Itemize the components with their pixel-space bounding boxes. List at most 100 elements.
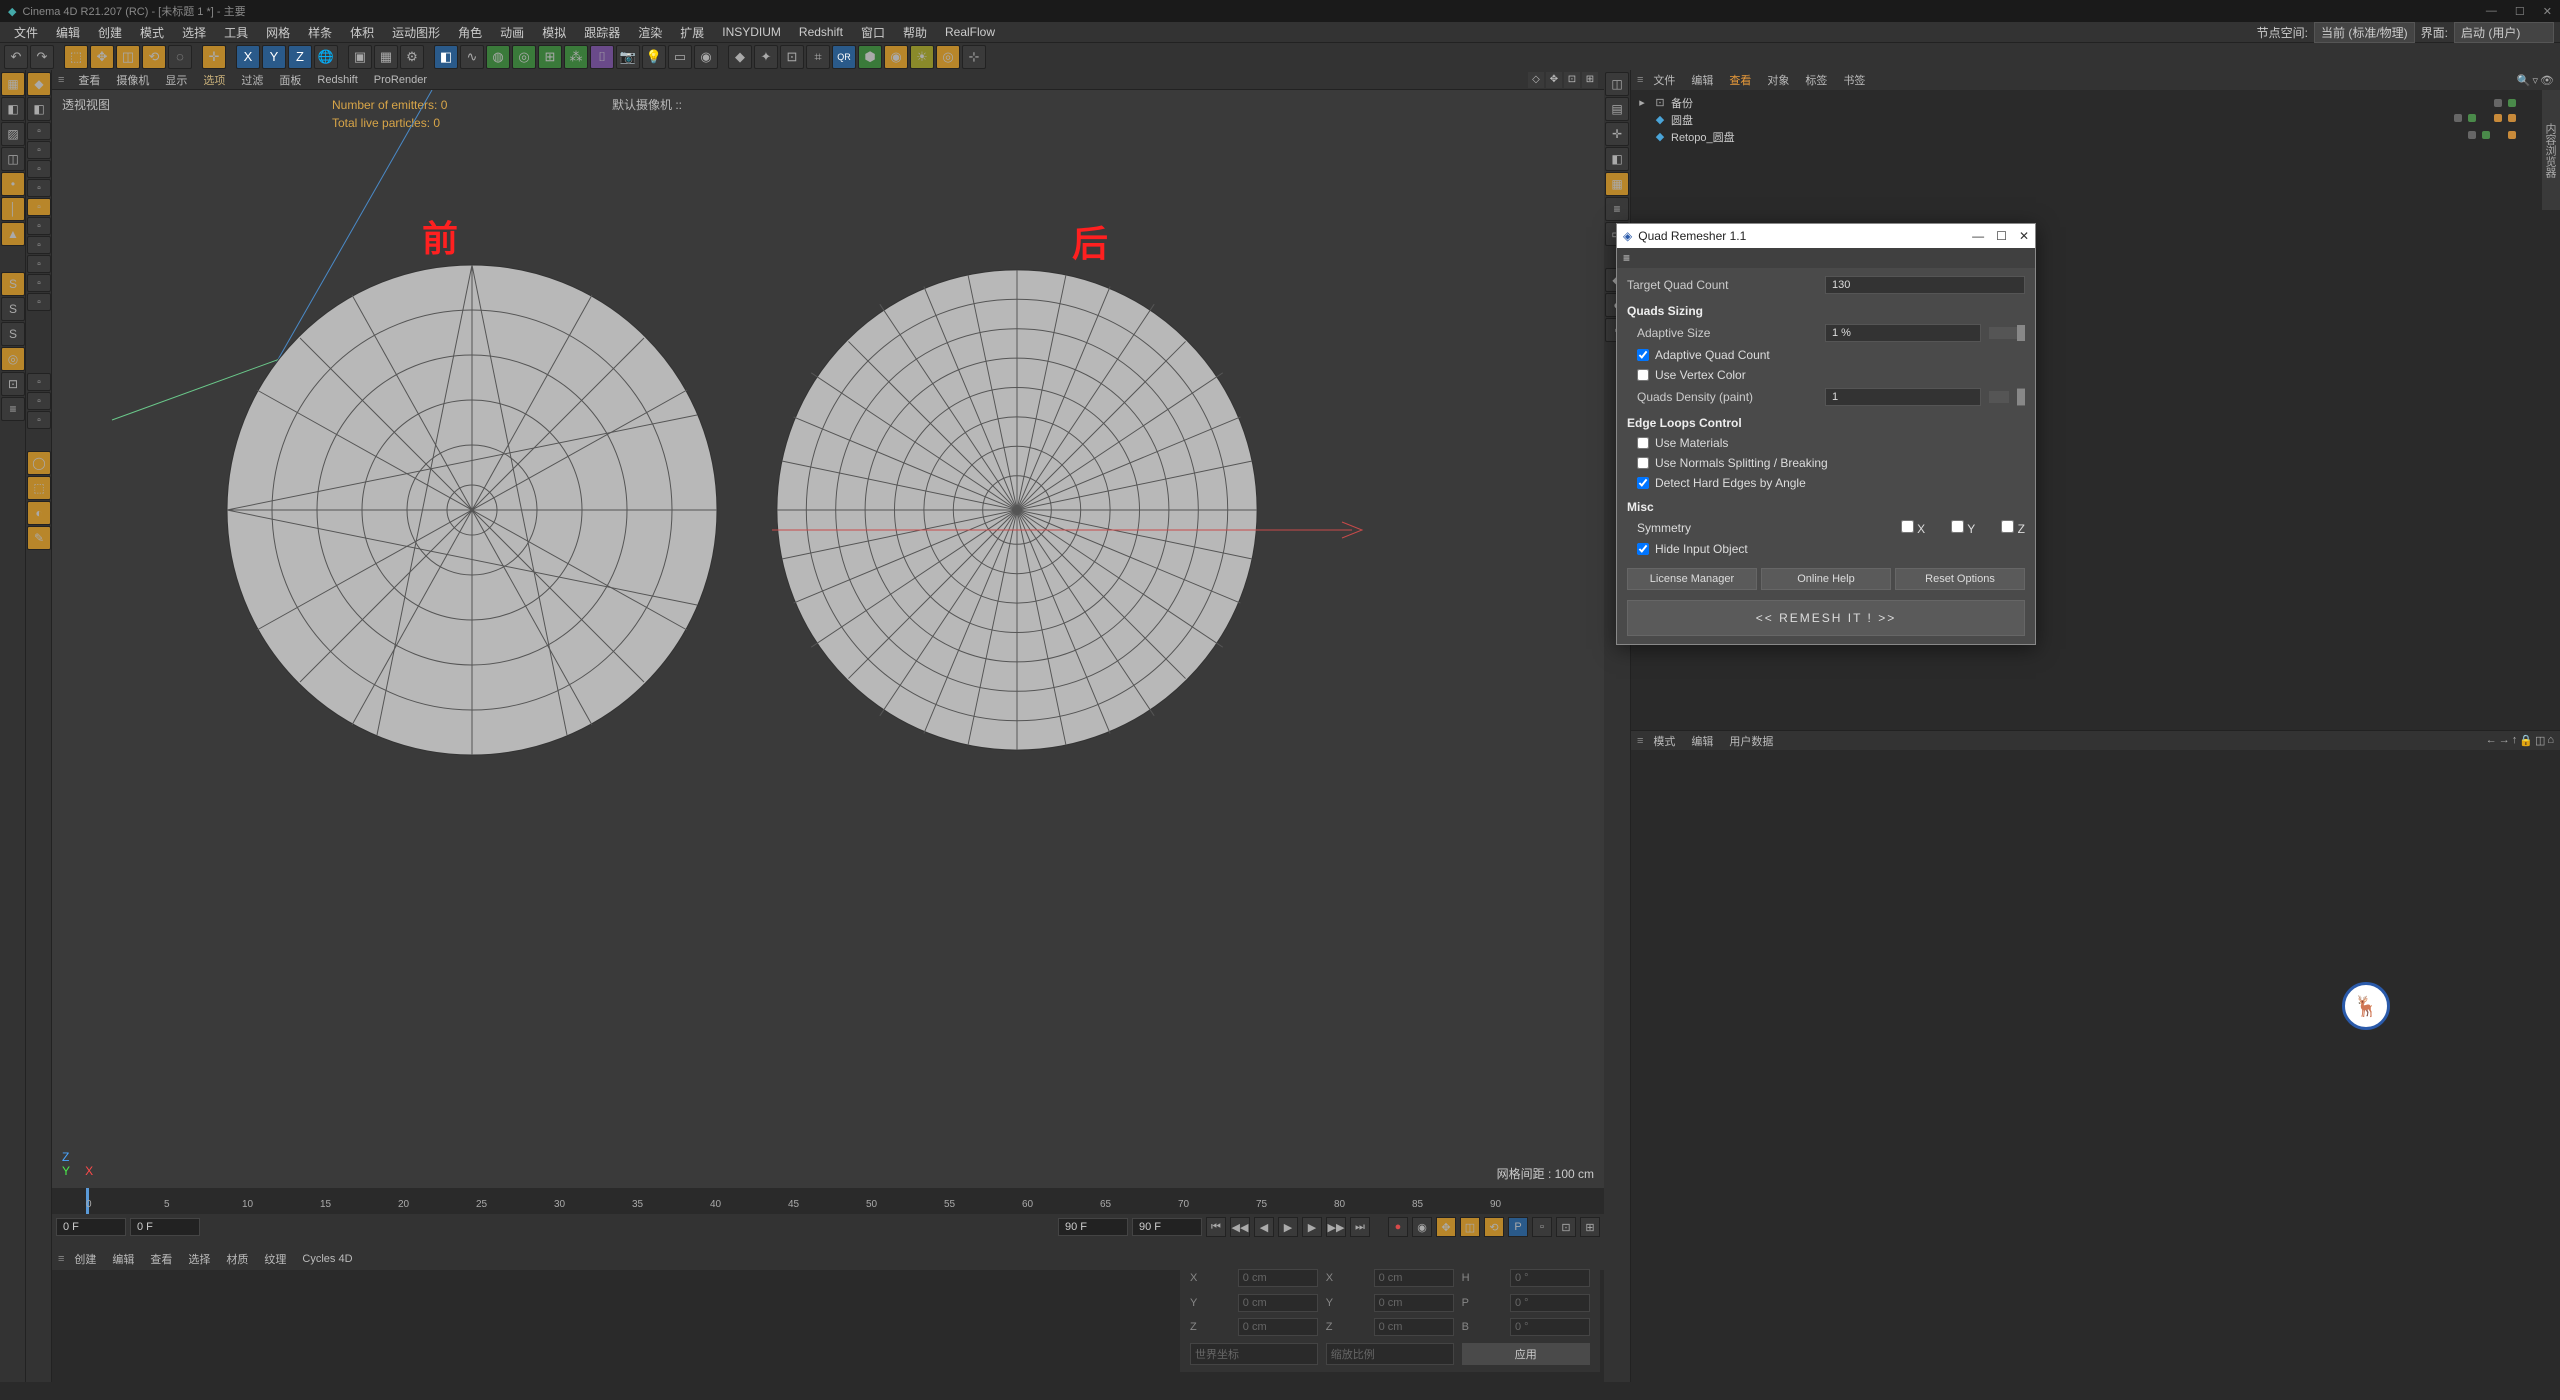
- timeline-opt2-icon[interactable]: ⊞: [1580, 1217, 1600, 1237]
- viewport-nav-4-icon[interactable]: ⊞: [1582, 72, 1598, 88]
- obj-filter-icon[interactable]: ▿: [2533, 74, 2539, 87]
- qr-help-button[interactable]: Online Help: [1761, 568, 1891, 590]
- view-menu-camera[interactable]: 摄像机: [110, 70, 155, 90]
- quad-remesher-window[interactable]: ◈ Quad Remesher 1.1 — ☐ ✕ ≡ Target Quad …: [1616, 223, 2036, 645]
- menu-create[interactable]: 创建: [90, 22, 130, 43]
- qr-materials-check[interactable]: Use Materials: [1627, 436, 2025, 450]
- snap3-icon[interactable]: ≡: [1, 397, 25, 421]
- scale-tool-icon[interactable]: ◫: [116, 45, 140, 69]
- last-tool-icon[interactable]: ◌: [168, 45, 192, 69]
- coord-apply-button[interactable]: 应用: [1462, 1343, 1590, 1365]
- axis-lock-icon[interactable]: ✛: [202, 45, 226, 69]
- qr-remesh-button[interactable]: << REMESH IT ! >>: [1627, 600, 2025, 636]
- autokey-icon[interactable]: ◉: [1412, 1217, 1432, 1237]
- attr-userdata[interactable]: 用户数据: [1723, 731, 1779, 751]
- mat-create[interactable]: 创建: [68, 1249, 102, 1269]
- qr-sym-y-check[interactable]: Y: [1951, 520, 1975, 536]
- coord-scale-combo[interactable]: 缩放比例: [1326, 1343, 1454, 1365]
- menu-volume[interactable]: 体积: [342, 22, 382, 43]
- mat-edit[interactable]: 编辑: [106, 1249, 140, 1269]
- obj-eye-icon[interactable]: 👁: [2540, 74, 2554, 87]
- palette-4-icon[interactable]: ▫: [27, 141, 51, 159]
- palette-7-icon[interactable]: ▫: [27, 198, 51, 216]
- menu-mograph[interactable]: 运动图形: [384, 22, 448, 43]
- render-view-icon[interactable]: ▣: [348, 45, 372, 69]
- snap-icon[interactable]: ◎: [1, 347, 25, 371]
- redo-icon[interactable]: ↷: [30, 45, 54, 69]
- attr-home-icon[interactable]: ⌂: [2547, 734, 2554, 747]
- model-mode-icon[interactable]: ▦: [1, 72, 25, 96]
- cloner-icon[interactable]: ⁂: [564, 45, 588, 69]
- tool-2-icon[interactable]: ✦: [754, 45, 778, 69]
- qr-sym-x-check[interactable]: X: [1901, 520, 1925, 536]
- undo-icon[interactable]: ↶: [4, 45, 28, 69]
- vr-2-icon[interactable]: ▤: [1605, 97, 1629, 121]
- minimize-icon[interactable]: —: [2486, 5, 2497, 18]
- key-rot-icon[interactable]: ⟲: [1484, 1217, 1504, 1237]
- next-frame-icon[interactable]: ▶: [1302, 1217, 1322, 1237]
- qr-reset-button[interactable]: Reset Options: [1895, 568, 2025, 590]
- view-menu-options[interactable]: 选项: [197, 70, 231, 90]
- content-browser-tab[interactable]: 内容浏览器: [2542, 90, 2560, 210]
- obj-menu-view[interactable]: 查看: [1723, 70, 1757, 90]
- palette-5-icon[interactable]: ▫: [27, 160, 51, 178]
- array-icon[interactable]: ⊞: [538, 45, 562, 69]
- menu-insydium[interactable]: INSYDIUM: [714, 23, 789, 41]
- menu-tools[interactable]: 工具: [216, 22, 256, 43]
- palette-14-icon[interactable]: ▫: [27, 392, 51, 410]
- mat-select[interactable]: 选择: [182, 1249, 216, 1269]
- menu-ext[interactable]: 扩展: [672, 22, 712, 43]
- viewport-nav-3-icon[interactable]: ⊡: [1564, 72, 1580, 88]
- menu-help[interactable]: 帮助: [895, 22, 935, 43]
- pos-x-field[interactable]: 0 cm: [1238, 1269, 1318, 1287]
- qr-maximize-icon[interactable]: ☐: [1996, 229, 2007, 243]
- mat-material[interactable]: 材质: [220, 1249, 254, 1269]
- qr-license-button[interactable]: License Manager: [1627, 568, 1757, 590]
- camera-icon[interactable]: 📷: [616, 45, 640, 69]
- tool-8-icon[interactable]: ◎: [936, 45, 960, 69]
- rotate-icon[interactable]: ⬚: [27, 476, 51, 500]
- tree-row-disc[interactable]: ◆ 圆盘: [1635, 111, 2556, 128]
- tool-7-icon[interactable]: ☀: [910, 45, 934, 69]
- snap2-icon[interactable]: ⊡: [1, 372, 25, 396]
- maximize-icon[interactable]: ☐: [2515, 5, 2525, 18]
- y-axis-icon[interactable]: Y: [262, 45, 286, 69]
- nodespace-combo[interactable]: 当前 (标准/物理): [2314, 22, 2415, 43]
- z-axis-icon[interactable]: Z: [288, 45, 312, 69]
- size-x-field[interactable]: 0 cm: [1374, 1269, 1454, 1287]
- view-menu-panel[interactable]: 面板: [273, 70, 307, 90]
- size-y-field[interactable]: 0 cm: [1374, 1294, 1454, 1312]
- spline-icon[interactable]: ∿: [460, 45, 484, 69]
- size-z-field[interactable]: 0 cm: [1374, 1318, 1454, 1336]
- prev-frame-icon[interactable]: ◀: [1254, 1217, 1274, 1237]
- time-start-field[interactable]: [56, 1218, 126, 1236]
- rot-p-field[interactable]: 0 °: [1510, 1294, 1590, 1312]
- render-settings-icon[interactable]: ⚙: [400, 45, 424, 69]
- layout-combo[interactable]: 启动 (用户): [2454, 22, 2554, 43]
- workplane-icon[interactable]: ◫: [1, 147, 25, 171]
- mat-view[interactable]: 查看: [144, 1249, 178, 1269]
- qr-density-field[interactable]: [1825, 388, 1981, 406]
- rotate-tool-icon[interactable]: ⟲: [142, 45, 166, 69]
- tool-9-icon[interactable]: ⊹: [962, 45, 986, 69]
- menu-select[interactable]: 选择: [174, 22, 214, 43]
- qr-minimize-icon[interactable]: —: [1972, 229, 1984, 243]
- palette-15-icon[interactable]: ▫: [27, 411, 51, 429]
- time-end2-field[interactable]: [1132, 1218, 1202, 1236]
- qr-vertex-color-check[interactable]: Use Vertex Color: [1627, 368, 2025, 382]
- timeline-opt1-icon[interactable]: ⊡: [1556, 1217, 1576, 1237]
- obj-menu-file[interactable]: 文件: [1647, 70, 1681, 90]
- attr-mode[interactable]: 模式: [1647, 731, 1681, 751]
- palette-6-icon[interactable]: ▫: [27, 179, 51, 197]
- move-icon[interactable]: ◯: [27, 451, 51, 475]
- view-menu-view[interactable]: 查看: [72, 70, 106, 90]
- menu-file[interactable]: 文件: [6, 22, 46, 43]
- palette-3-icon[interactable]: ▫: [27, 122, 51, 140]
- palette-13-icon[interactable]: ▫: [27, 373, 51, 391]
- qr-adaptive-slider[interactable]: [1989, 327, 2025, 339]
- qr-target-field[interactable]: [1825, 276, 2025, 294]
- qr-hideinput-check[interactable]: Hide Input Object: [1627, 542, 2025, 556]
- attr-new-icon[interactable]: ◫: [2535, 734, 2545, 747]
- view-menu-prorender[interactable]: ProRender: [368, 72, 433, 88]
- menu-anim[interactable]: 动画: [492, 22, 532, 43]
